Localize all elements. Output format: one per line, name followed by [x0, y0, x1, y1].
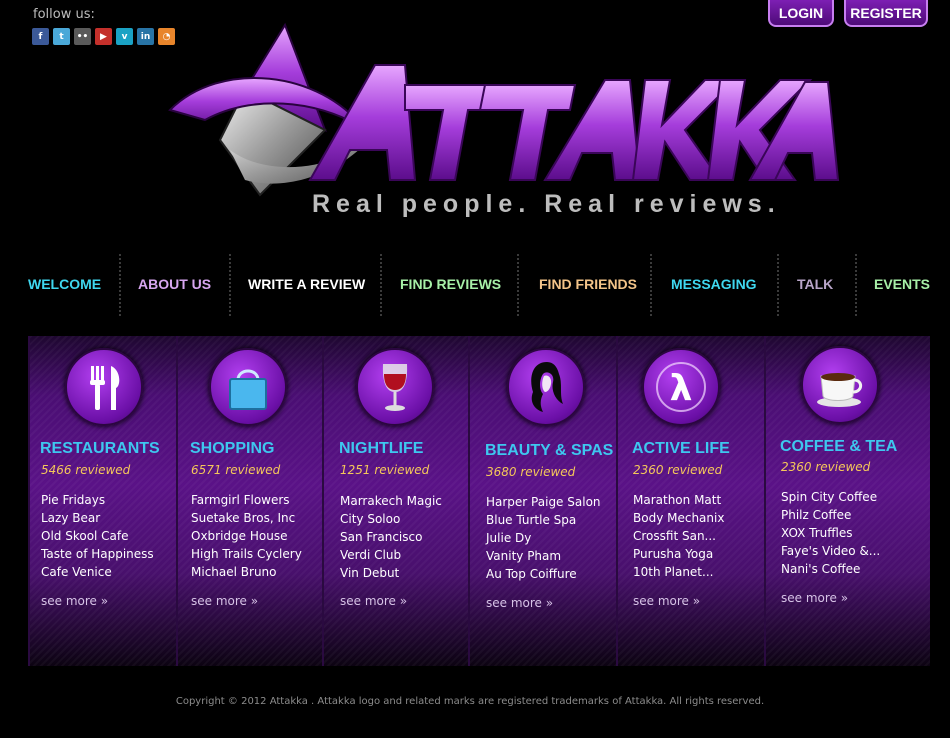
place-list: Pie Fridays Lazy Bear Old Skool Cafe Tas…: [41, 491, 154, 581]
facebook-icon[interactable]: f: [32, 28, 49, 45]
place-link[interactable]: XOX Truffles: [781, 524, 880, 542]
place-list: Marathon Matt Body Mechanix Crossfit San…: [633, 491, 724, 581]
wine-glass-icon[interactable]: [356, 348, 434, 426]
place-link[interactable]: Michael Bruno: [191, 563, 302, 581]
category-name[interactable]: NIGHTLIFE: [339, 440, 423, 458]
coffee-cup-icon[interactable]: [801, 346, 879, 424]
category-nightlife: NIGHTLIFE 1251 reviewed Marrakech Magic …: [322, 336, 470, 666]
see-more-link[interactable]: see more »: [486, 596, 553, 610]
place-link[interactable]: Au Top Coiffure: [486, 565, 601, 583]
place-link[interactable]: Julie Dy: [486, 529, 601, 547]
category-coffee-tea: COFFEE & TEA 2360 reviewed Spin City Cof…: [764, 336, 930, 666]
review-count: 5466 reviewed: [41, 463, 131, 477]
place-link[interactable]: Vin Debut: [340, 564, 442, 582]
place-link[interactable]: Taste of Happiness: [41, 545, 154, 563]
register-button[interactable]: REGISTER: [844, 0, 928, 27]
nav-find-reviews[interactable]: FIND REVIEWS: [400, 276, 501, 292]
nav-find-friends[interactable]: FIND FRIENDS: [539, 276, 637, 292]
category-active-life: λ ACTIVE LIFE 2360 reviewed Marathon Mat…: [616, 336, 766, 666]
place-link[interactable]: 10th Planet...: [633, 563, 724, 581]
category-shopping: SHOPPING 6571 reviewed Farmgirl Flowers …: [176, 336, 324, 666]
place-list: Harper Paige Salon Blue Turtle Spa Julie…: [486, 493, 601, 583]
nav-talk[interactable]: TALK: [797, 276, 833, 292]
category-restaurants: RESTAURANTS 5466 reviewed Pie Fridays La…: [28, 336, 178, 666]
see-more-link[interactable]: see more »: [340, 594, 407, 608]
place-link[interactable]: Marrakech Magic: [340, 492, 442, 510]
place-list: Marrakech Magic City Soloo San Francisco…: [340, 492, 442, 582]
place-link[interactable]: Body Mechanix: [633, 509, 724, 527]
svg-text:λ: λ: [670, 368, 693, 409]
vimeo-icon[interactable]: v: [116, 28, 133, 45]
review-count: 1251 reviewed: [340, 463, 430, 477]
place-link[interactable]: Faye's Video &...: [781, 542, 880, 560]
place-list: Spin City Coffee Philz Coffee XOX Truffl…: [781, 488, 880, 578]
category-name[interactable]: COFFEE & TEA: [780, 438, 897, 456]
place-link[interactable]: Marathon Matt: [633, 491, 724, 509]
place-link[interactable]: Spin City Coffee: [781, 488, 880, 506]
category-name[interactable]: ACTIVE LIFE: [632, 440, 730, 458]
nav-write-a-review[interactable]: WRITE A REVIEW: [248, 276, 365, 292]
place-link[interactable]: Farmgirl Flowers: [191, 491, 302, 509]
place-link[interactable]: Verdi Club: [340, 546, 442, 564]
fork-knife-icon[interactable]: [65, 348, 143, 426]
flickr-icon[interactable]: ••: [74, 28, 91, 45]
nav-messaging[interactable]: MESSAGING: [671, 276, 757, 292]
review-count: 2360 reviewed: [633, 463, 723, 477]
see-more-link[interactable]: see more »: [633, 594, 700, 608]
nav-events[interactable]: EVENTS: [874, 276, 930, 292]
place-link[interactable]: Purusha Yoga: [633, 545, 724, 563]
category-name[interactable]: RESTAURANTS: [40, 440, 160, 458]
twitter-icon[interactable]: t: [53, 28, 70, 45]
place-link[interactable]: Crossfit San...: [633, 527, 724, 545]
place-link[interactable]: Lazy Bear: [41, 509, 154, 527]
see-more-link[interactable]: see more »: [191, 594, 258, 608]
woman-silhouette-icon[interactable]: [507, 348, 585, 426]
tagline: Real people. Real reviews.: [312, 190, 781, 218]
review-count: 6571 reviewed: [191, 463, 281, 477]
place-link[interactable]: Vanity Pham: [486, 547, 601, 565]
category-name[interactable]: BEAUTY & SPAS: [485, 442, 613, 460]
youtube-icon[interactable]: ▶: [95, 28, 112, 45]
place-link[interactable]: High Trails Cyclery: [191, 545, 302, 563]
review-count: 3680 reviewed: [486, 465, 576, 479]
place-link[interactable]: Harper Paige Salon: [486, 493, 601, 511]
place-link[interactable]: City Soloo: [340, 510, 442, 528]
place-link[interactable]: Oxbridge House: [191, 527, 302, 545]
shopping-bag-icon[interactable]: [209, 348, 287, 426]
category-name[interactable]: SHOPPING: [190, 440, 274, 458]
see-more-link[interactable]: see more »: [41, 594, 108, 608]
place-list: Farmgirl Flowers Suetake Bros, Inc Oxbri…: [191, 491, 302, 581]
place-link[interactable]: Old Skool Cafe: [41, 527, 154, 545]
place-link[interactable]: Nani's Coffee: [781, 560, 880, 578]
nav-welcome[interactable]: WELCOME: [28, 276, 101, 292]
follow-us-label: follow us:: [33, 7, 95, 22]
category-beauty-spas: BEAUTY & SPAS 3680 reviewed Harper Paige…: [468, 336, 618, 666]
lambda-icon[interactable]: λ: [642, 348, 720, 426]
place-link[interactable]: Blue Turtle Spa: [486, 511, 601, 529]
place-link[interactable]: Cafe Venice: [41, 563, 154, 581]
copyright-text: Copyright © 2012 Attakka . Attakka logo …: [175, 696, 765, 707]
category-grid: RESTAURANTS 5466 reviewed Pie Fridays La…: [28, 336, 930, 666]
place-link[interactable]: Suetake Bros, Inc: [191, 509, 302, 527]
main-nav: WELCOME ABOUT US WRITE A REVIEW FIND REV…: [0, 254, 950, 316]
nav-about-us[interactable]: ABOUT US: [138, 276, 211, 292]
place-link[interactable]: Pie Fridays: [41, 491, 154, 509]
place-link[interactable]: San Francisco: [340, 528, 442, 546]
review-count: 2360 reviewed: [781, 460, 871, 474]
see-more-link[interactable]: see more »: [781, 591, 848, 605]
place-link[interactable]: Philz Coffee: [781, 506, 880, 524]
